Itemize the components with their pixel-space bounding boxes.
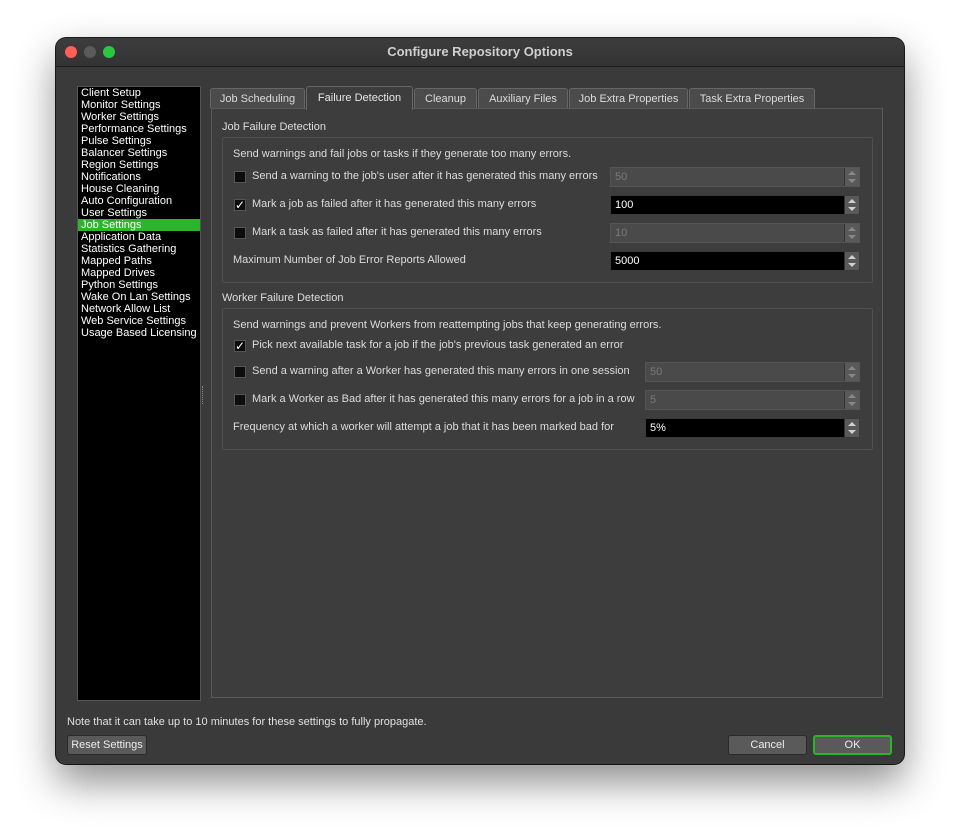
worker-failure-description: Send warnings and prevent Workers from r…: [233, 319, 662, 331]
spin-arrows-icon[interactable]: [844, 224, 859, 242]
configure-repository-window: Configure Repository Options Client Setu…: [56, 38, 904, 764]
worker-warning-value[interactable]: [646, 363, 845, 381]
sidebar-item-monitor-settings[interactable]: Monitor Settings: [78, 99, 200, 111]
max-reports-label: Maximum Number of Job Error Reports Allo…: [233, 254, 466, 266]
ok-button[interactable]: OK: [813, 735, 892, 755]
cancel-button[interactable]: Cancel: [728, 735, 807, 755]
frequency-spinbox[interactable]: [645, 418, 860, 438]
sidebar-item-usage-based-licensing[interactable]: Usage Based Licensing: [78, 327, 200, 339]
spin-arrows-icon[interactable]: [844, 168, 859, 186]
splitter-handle[interactable]: [202, 386, 205, 404]
sidebar-item-web-service-settings[interactable]: Web Service Settings: [78, 315, 200, 327]
title-bar: Configure Repository Options: [56, 38, 904, 67]
pick-next-task-label: Pick next available task for a job if th…: [252, 339, 624, 351]
tab-task-extra-properties[interactable]: Task Extra Properties: [689, 88, 815, 108]
spin-arrows-icon[interactable]: [844, 196, 859, 214]
sidebar-item-house-cleaning[interactable]: House Cleaning: [78, 183, 200, 195]
sidebar-item-pulse-settings[interactable]: Pulse Settings: [78, 135, 200, 147]
worker-bad-spinbox[interactable]: [645, 390, 860, 410]
checkmark-icon: ✓: [235, 339, 246, 353]
sidebar-item-notifications[interactable]: Notifications: [78, 171, 200, 183]
job-failed-checkbox[interactable]: ✓: [234, 199, 246, 211]
sidebar-item-user-settings[interactable]: User Settings: [78, 207, 200, 219]
tab-cleanup[interactable]: Cleanup: [414, 88, 477, 108]
sidebar-item-wake-on-lan-settings[interactable]: Wake On Lan Settings: [78, 291, 200, 303]
sidebar-item-mapped-paths[interactable]: Mapped Paths: [78, 255, 200, 267]
sidebar-item-job-settings[interactable]: Job Settings: [78, 219, 200, 231]
max-reports-spinbox[interactable]: [610, 251, 860, 271]
task-failed-spinbox[interactable]: [610, 223, 860, 243]
task-failed-label: Mark a task as failed after it has gener…: [252, 226, 542, 238]
pick-next-task-checkbox[interactable]: ✓: [234, 340, 246, 352]
worker-warning-checkbox[interactable]: [234, 366, 246, 378]
sidebar-item-statistics-gathering[interactable]: Statistics Gathering: [78, 243, 200, 255]
spin-arrows-icon[interactable]: [844, 391, 859, 409]
spin-arrows-icon[interactable]: [844, 419, 859, 437]
job-warning-spinbox[interactable]: [610, 167, 860, 187]
sidebar-item-network-allow-list[interactable]: Network Allow List: [78, 303, 200, 315]
reset-settings-button[interactable]: Reset Settings: [67, 735, 147, 755]
sidebar-item-performance-settings[interactable]: Performance Settings: [78, 123, 200, 135]
task-failed-value[interactable]: [611, 224, 845, 242]
worker-failure-group-title: Worker Failure Detection: [222, 292, 344, 304]
worker-bad-value[interactable]: [646, 391, 845, 409]
window-title: Configure Repository Options: [387, 44, 573, 59]
job-failed-label: Mark a job as failed after it has genera…: [252, 198, 537, 210]
worker-warning-spinbox[interactable]: [645, 362, 860, 382]
frequency-value[interactable]: [646, 419, 845, 437]
job-warning-checkbox[interactable]: [234, 171, 246, 183]
task-failed-checkbox[interactable]: [234, 227, 246, 239]
worker-warning-label: Send a warning after a Worker has genera…: [252, 365, 630, 377]
job-warning-label: Send a warning to the job's user after i…: [252, 170, 598, 182]
settings-category-list[interactable]: Client Setup Monitor Settings Worker Set…: [77, 86, 201, 701]
sidebar-item-region-settings[interactable]: Region Settings: [78, 159, 200, 171]
tab-auxiliary-files[interactable]: Auxiliary Files: [478, 88, 568, 108]
checkmark-icon: ✓: [235, 198, 246, 212]
max-reports-value[interactable]: [611, 252, 845, 270]
sidebar-item-mapped-drives[interactable]: Mapped Drives: [78, 267, 200, 279]
sidebar-item-client-setup[interactable]: Client Setup: [78, 87, 200, 99]
tab-job-scheduling[interactable]: Job Scheduling: [210, 88, 305, 108]
propagation-note: Note that it can take up to 10 minutes f…: [67, 716, 427, 728]
spin-arrows-icon[interactable]: [844, 252, 859, 270]
tab-job-extra-properties[interactable]: Job Extra Properties: [569, 88, 688, 108]
worker-bad-label: Mark a Worker as Bad after it has genera…: [252, 393, 635, 405]
sidebar-item-python-settings[interactable]: Python Settings: [78, 279, 200, 291]
job-warning-value[interactable]: [611, 168, 845, 186]
job-failure-group-title: Job Failure Detection: [222, 121, 326, 133]
job-failure-description: Send warnings and fail jobs or tasks if …: [233, 148, 572, 160]
frequency-label: Frequency at which a worker will attempt…: [233, 421, 614, 433]
sidebar-item-balancer-settings[interactable]: Balancer Settings: [78, 147, 200, 159]
worker-bad-checkbox[interactable]: [234, 394, 246, 406]
sidebar-item-worker-settings[interactable]: Worker Settings: [78, 111, 200, 123]
sidebar-item-application-data[interactable]: Application Data: [78, 231, 200, 243]
spin-arrows-icon[interactable]: [844, 363, 859, 381]
job-failed-value[interactable]: [611, 196, 845, 214]
job-failed-spinbox[interactable]: [610, 195, 860, 215]
sidebar-item-auto-configuration[interactable]: Auto Configuration: [78, 195, 200, 207]
tab-failure-detection[interactable]: Failure Detection: [306, 86, 413, 110]
